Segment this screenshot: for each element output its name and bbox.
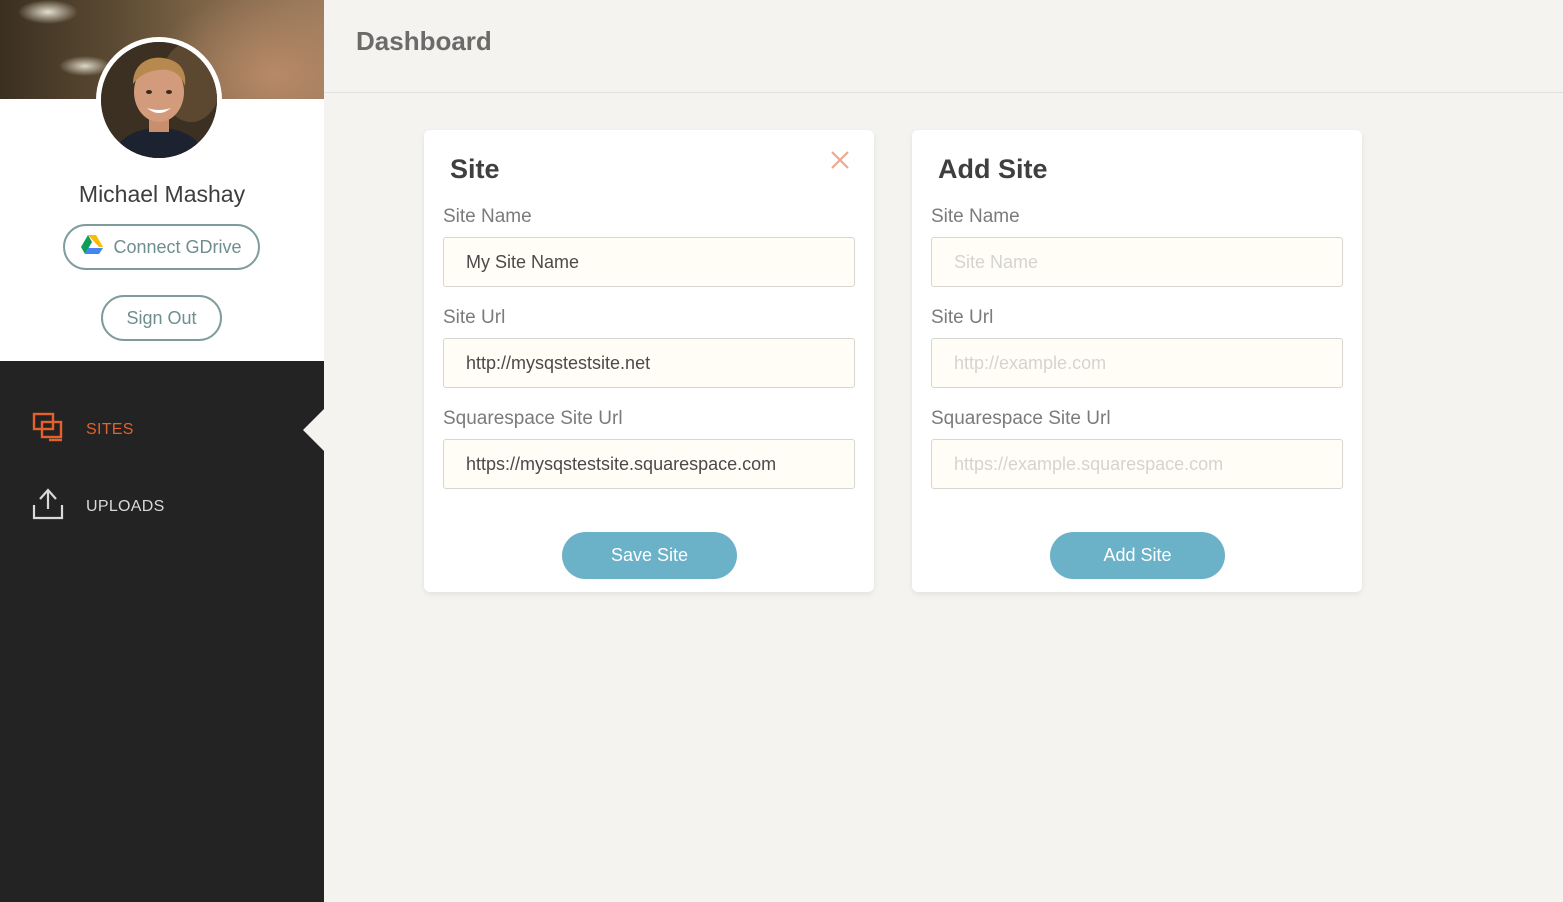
new-site-url-label: Site Url [931, 307, 994, 328]
active-nav-pointer [303, 409, 324, 451]
top-header: Dashboard [324, 0, 1563, 93]
new-squarespace-url-input[interactable] [931, 439, 1343, 489]
save-site-button[interactable]: Save Site [562, 532, 737, 579]
site-url-label: Site Url [443, 307, 506, 328]
squarespace-url-input[interactable] [443, 439, 855, 489]
new-site-name-input[interactable] [931, 237, 1343, 287]
add-site-card: Add Site Site Name Site Url Squarespace … [912, 130, 1362, 592]
new-site-url-input[interactable] [931, 338, 1343, 388]
sidebar: Michael Mashay Connect GDrive Sign Out S… [0, 0, 324, 902]
new-site-name-label: Site Name [931, 206, 1020, 227]
new-squarespace-url-label: Squarespace Site Url [931, 408, 1111, 429]
user-name: Michael Mashay [78, 181, 246, 207]
connect-gdrive-button[interactable]: Connect GDrive [63, 224, 260, 270]
site-name-input[interactable] [443, 237, 855, 287]
sidebar-item-label: SITES [86, 420, 134, 438]
sidebar-item-label: UPLOADS [86, 497, 165, 515]
page-title: Dashboard [356, 26, 492, 56]
site-url-input[interactable] [443, 338, 855, 388]
avatar[interactable] [96, 37, 222, 163]
sidebar-item-uploads[interactable]: UPLOADS [30, 487, 165, 526]
connect-gdrive-label: Connect GDrive [113, 236, 242, 257]
sign-out-button[interactable]: Sign Out [101, 295, 222, 341]
sites-icon [30, 411, 66, 448]
add-site-button[interactable]: Add Site [1050, 532, 1225, 579]
add-site-card-title: Add Site [938, 154, 1048, 184]
close-icon [831, 151, 849, 173]
sidebar-item-sites[interactable]: SITES [30, 411, 134, 448]
google-drive-icon [81, 234, 104, 260]
upload-icon [30, 487, 66, 526]
sidebar-nav: SITES UPLOADS [0, 361, 324, 902]
close-button[interactable] [828, 150, 852, 174]
profile-panel: Michael Mashay Connect GDrive Sign Out [0, 0, 324, 361]
site-name-label: Site Name [443, 206, 532, 227]
site-card: Site Site Name Site Url Squarespace Site… [424, 130, 874, 592]
site-card-title: Site [450, 154, 500, 184]
squarespace-url-label: Squarespace Site Url [443, 408, 623, 429]
